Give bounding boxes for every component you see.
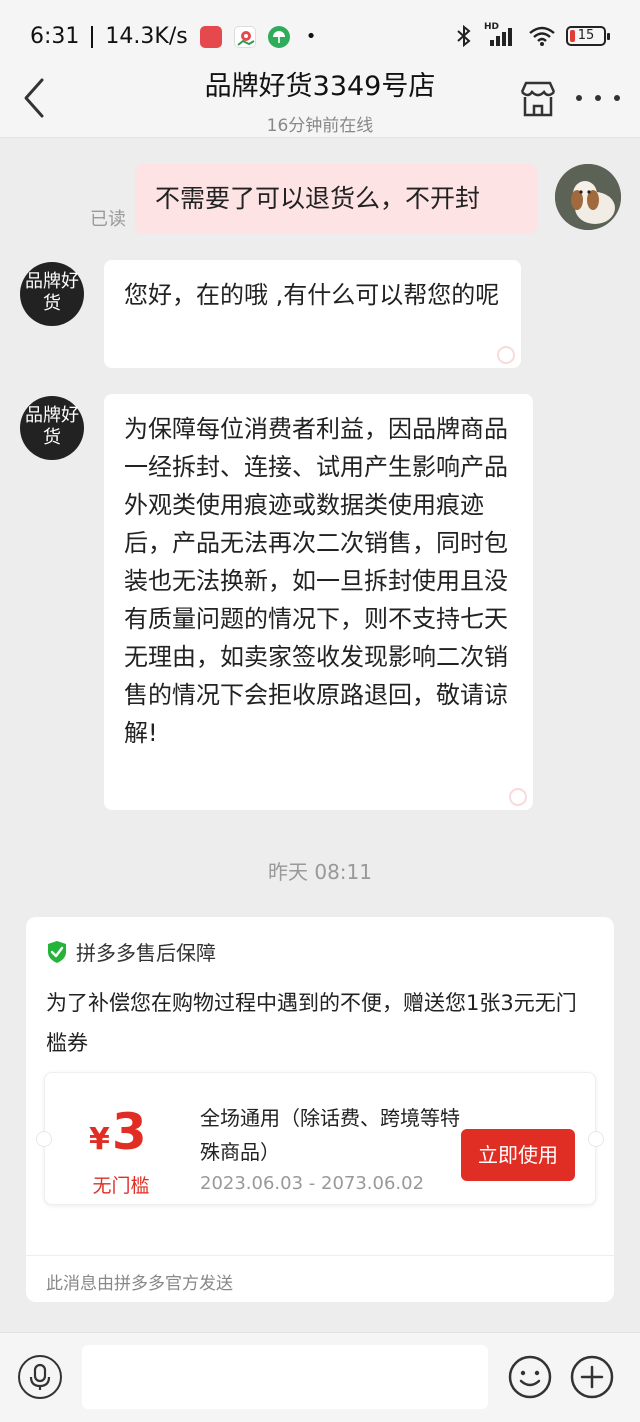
coupon-notch-right [588, 1131, 604, 1147]
emoji-button[interactable] [508, 1355, 552, 1399]
message-input[interactable] [82, 1345, 488, 1409]
more-dot-icon [576, 95, 582, 101]
coupon-notch-left [36, 1131, 52, 1147]
shop-message-text: 您好，在的哦 ,有什么可以帮您的呢 [124, 281, 500, 309]
read-receipt: 已读 [90, 209, 126, 230]
status-net-speed: 14.3K/s [105, 24, 188, 49]
store-button[interactable] [518, 80, 558, 118]
add-attachment-button[interactable] [570, 1355, 614, 1399]
card-body: 为了补偿您在购物过程中遇到的不便，赠送您1张3元无门槛券 [46, 991, 577, 1055]
bluetooth-icon [457, 24, 471, 48]
watermark-icon [497, 346, 515, 364]
notification-umbrella-icon [267, 25, 290, 48]
shop-avatar[interactable]: 品牌好货 [20, 396, 84, 460]
more-options-button[interactable] [576, 92, 620, 104]
user-avatar[interactable] [555, 164, 621, 230]
notification-app-icon [199, 25, 222, 48]
microphone-icon [29, 1363, 51, 1390]
use-now-button[interactable]: 立即使用 [461, 1129, 575, 1181]
message-timestamp: 昨天 08:11 [268, 860, 372, 884]
dog-avatar-image [555, 164, 621, 230]
shop-message-bubble[interactable]: 您好，在的哦 ,有什么可以帮您的呢 [104, 260, 521, 368]
plus-icon [570, 1355, 614, 1399]
store-icon [520, 81, 556, 117]
coupon-amount: ¥ 3 [89, 1103, 147, 1161]
coupon-condition: 无门槛 [92, 1175, 150, 1197]
card-header: 拼多多售后保障 [46, 937, 216, 966]
coupon-description: 全场通用（除话费、跨境等特殊商品） [200, 1106, 460, 1164]
shop-message-bubble[interactable]: 为保障每位消费者利益，因品牌商品一经拆封、连接、试用产生影响产品外观类使用痕迹或… [104, 394, 533, 810]
after-sales-card: 拼多多售后保障 为了补偿您在购物过程中遇到的不便，赠送您1张3元无门槛券 ¥ 3… [26, 917, 614, 1302]
currency-symbol: ¥ [89, 1122, 110, 1157]
chat-input-bar [0, 1332, 640, 1422]
card-title: 拼多多售后保障 [76, 941, 216, 965]
more-notifications-dot: • [305, 26, 317, 47]
status-right: HD 15 [454, 22, 610, 48]
status-left: 6:31 14.3K/s • [30, 24, 316, 49]
chat-header: 品牌好货3349号店 16分钟前在线 [0, 56, 640, 138]
card-divider [26, 1255, 614, 1256]
shop-message-text: 为保障每位消费者利益，因品牌商品一经拆封、连接、试用产生影响产品外观类使用痕迹或… [124, 415, 508, 747]
status-separator [91, 25, 94, 48]
shop-avatar[interactable]: 品牌好货 [20, 262, 84, 326]
battery-icon: 15 [566, 26, 610, 46]
coupon-validity: 2023.06.03 - 2073.06.02 [200, 1173, 425, 1194]
signal-icon: HD [484, 22, 518, 48]
status-time: 6:31 [30, 24, 80, 49]
notification-map-icon [233, 25, 256, 48]
coupon[interactable]: ¥ 3 无门槛 全场通用（除话费、跨境等特殊商品） 2023.06.03 - 2… [36, 1072, 604, 1205]
card-footer: 此消息由拼多多官方发送 [46, 1274, 233, 1294]
voice-button[interactable] [18, 1355, 62, 1399]
shield-check-icon [48, 940, 66, 963]
wifi-icon [529, 26, 555, 46]
user-message-bubble[interactable]: 不需要了可以退货么，不开封 [135, 164, 537, 234]
watermark-icon [509, 788, 527, 806]
smiley-icon [508, 1355, 552, 1399]
more-dot-icon [595, 95, 601, 101]
more-dot-icon [614, 95, 620, 101]
coupon-value: 3 [111, 1103, 147, 1161]
